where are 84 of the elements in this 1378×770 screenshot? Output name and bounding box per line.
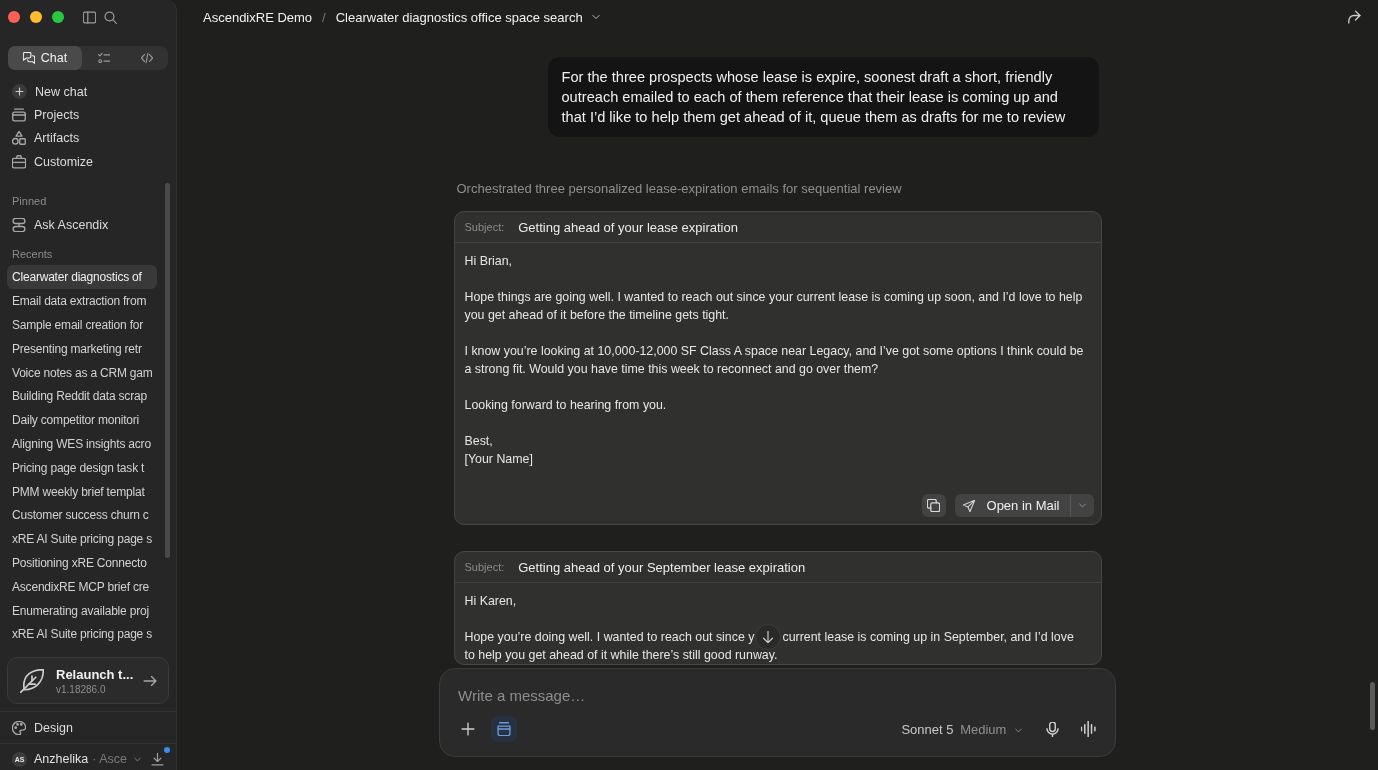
minimize-window-icon[interactable] <box>30 11 42 23</box>
project-button[interactable] <box>491 716 517 742</box>
recent-chat-item[interactable]: Enumerating available proj <box>7 598 157 623</box>
copy-button[interactable] <box>921 494 946 517</box>
chat-title-button[interactable]: Clearwater diagnostics office space search <box>335 9 601 25</box>
paper-plane-icon <box>962 499 975 512</box>
copy-icon <box>927 499 940 512</box>
subject-label: Subject: <box>464 221 505 233</box>
email-subject: Getting ahead of your September lease expiration <box>518 559 806 575</box>
download-icon[interactable] <box>151 752 164 766</box>
sidebar-toggle-icon[interactable] <box>83 10 96 24</box>
nav-item[interactable]: Projects <box>7 103 169 127</box>
recent-chat-item[interactable]: Positioning xRE Connecto <box>7 551 157 575</box>
microphone-icon[interactable] <box>1045 721 1060 737</box>
close-window-icon[interactable] <box>8 11 20 23</box>
pinned-item[interactable]: Ask Ascendix <box>7 213 169 237</box>
nav-item[interactable]: Artifacts <box>7 126 169 150</box>
user-message: For the three prospects whose lease is expire, soonest draft a short, friendly outreach emailed to each of them reference that their lease is coming up and that I’d like to help them get ahead of it, queue them as drafts for me to review <box>547 57 1099 137</box>
zoom-window-icon[interactable] <box>52 11 64 23</box>
chevron-down-icon <box>590 12 601 22</box>
email-text: Looking forward to hearing from you. <box>464 397 667 414</box>
recent-chat-item[interactable]: Pricing page design task t <box>7 455 157 480</box>
section-heading: Pinned <box>11 194 47 210</box>
section-heading: Recents <box>11 247 53 263</box>
email-subject: Getting ahead of your lease expiration <box>518 219 738 235</box>
email-text: I know you’re looking at 10,000-12,000 SF Class A space near Legacy, and I’ve got some options I think could be a strong fit. Would you have time this week to reconnect and go over them? <box>464 343 1085 378</box>
recent-chat-item[interactable]: Aligning WES insights acro <box>7 432 157 456</box>
update-title: Relaunch t... <box>56 666 134 682</box>
plus-icon <box>12 84 27 100</box>
nav-item[interactable]: Customize <box>7 149 169 174</box>
model-selector[interactable]: Sonnet 5 Medium <box>901 721 1023 737</box>
design-item[interactable]: Design <box>12 720 73 735</box>
tray-icon <box>12 107 26 122</box>
email-text: Hi Karen, <box>464 593 517 610</box>
thinking-summary[interactable]: Orchestrated three personalized lease-expiration emails for sequential review <box>453 180 902 197</box>
subject-label: Subject: <box>464 561 505 573</box>
checklist-icon <box>97 52 110 64</box>
chevron-down-icon <box>1014 725 1023 735</box>
briefcase-icon <box>12 154 26 169</box>
recent-chat-item[interactable]: PMM weekly brief templat <box>7 479 157 504</box>
recent-chat-item[interactable]: Sample email creation for <box>7 313 157 337</box>
scroll-down-button[interactable] <box>755 624 782 650</box>
code-icon <box>140 52 153 64</box>
recent-chat-item[interactable]: xRE AI Suite pricing page s <box>7 527 157 552</box>
chevron-down-icon <box>1077 501 1087 510</box>
palette-icon <box>12 720 26 735</box>
recent-chat-item[interactable]: Building Reddit data scrap <box>7 384 157 409</box>
arrow-down-icon <box>762 631 775 643</box>
plus-icon[interactable] <box>461 722 475 736</box>
arrow-right-icon[interactable] <box>143 673 157 688</box>
email-text: Best, [Your Name] <box>464 433 533 468</box>
email-text: current lease is coming up in September, and I’d love <box>782 629 1074 646</box>
chat-bubbles-icon <box>22 52 35 64</box>
recent-chat-item[interactable]: Customer success churn c <box>7 503 157 528</box>
recent-chat-item[interactable]: Email data extraction from <box>7 289 157 314</box>
project-link[interactable]: AscendixRE Demo <box>203 9 313 25</box>
share-icon[interactable] <box>1347 10 1361 24</box>
search-icon[interactable] <box>104 10 117 24</box>
scrollbar-thumb[interactable] <box>1370 682 1375 730</box>
scrollbar-thumb[interactable] <box>165 183 170 558</box>
organization-name: · Asce <box>92 752 127 766</box>
version-label: v1.18286.0 <box>56 683 106 695</box>
open-in-mail-button[interactable]: Open in Mail <box>954 494 1070 517</box>
email-text: to help you get ahead of it while there’s still good runway. <box>464 647 779 664</box>
email-text: Hope you’re doing well. I wanted to reach out since y <box>464 629 755 646</box>
leaf-icon <box>20 668 44 693</box>
shapes-icon <box>12 131 26 146</box>
user-name[interactable]: Anzhelika <box>34 752 89 766</box>
nav-item[interactable]: New chat <box>7 80 169 104</box>
breadcrumb-separator: / <box>322 9 326 25</box>
box-icon <box>497 722 511 736</box>
recent-chat-item[interactable]: Clearwater diagnostics of <box>7 265 157 290</box>
recent-chat-item[interactable]: AscendixRE MCP brief cre <box>7 574 157 599</box>
stacked-pills-icon <box>12 217 26 232</box>
mode-tab[interactable]: Chat <box>8 46 82 70</box>
recent-chat-item[interactable]: xRE AI Suite pricing page s <box>7 622 157 647</box>
update-card[interactable]: Relaunch t... v1.18286.0 <box>7 657 169 704</box>
recent-chat-item[interactable]: Voice notes as a CRM gam <box>7 360 157 385</box>
recent-chat-item[interactable]: Daily competitor monitori <box>7 408 157 433</box>
email-text: Hope things are going well. I wanted to reach out since your current lease is coming up soon, and I’d love to help you get ahead of it before the timeline gets tight. <box>464 289 1084 324</box>
waveform-icon[interactable] <box>1081 721 1097 737</box>
email-text: Hi Brian, <box>464 253 512 270</box>
recent-chat-item[interactable]: Presenting marketing retr <box>7 336 157 361</box>
message-input[interactable]: Write a message… <box>458 684 1097 706</box>
